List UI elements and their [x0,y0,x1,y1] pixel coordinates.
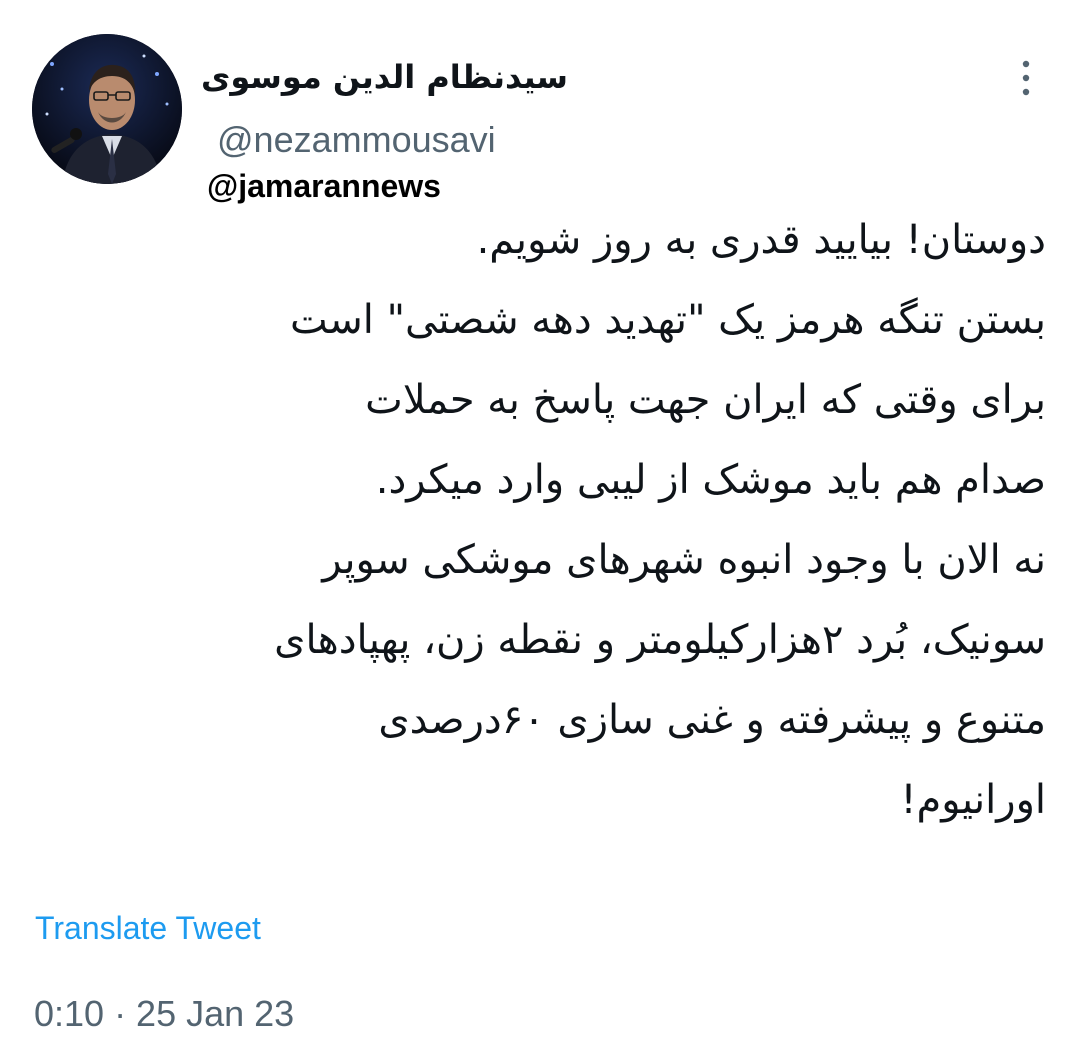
author-display-name[interactable]: سیدنظام الدین موسوی [201,52,568,102]
more-vertical-icon [1022,60,1030,96]
avatar-photo [32,34,182,184]
translate-tweet-link[interactable]: Translate Tweet [35,906,261,950]
tweet-timestamp[interactable]: 0:10 · 25 Jan 23 [34,990,294,1038]
tweet-line: دوستان! بیایید قدری به روز شویم. [476,217,1046,263]
tweet-line: صدام هم باید موشک از لیبی وارد میکرد. [375,457,1046,503]
tweet-line: بستن تنگه هرمز یک "تهدید دهه شصتی" است [289,297,1046,343]
tweet-line: اورانیوم! [900,777,1046,823]
author-handle[interactable]: @nezammousavi [217,118,496,162]
tweet-line: نه الان با وجود انبوه شهرهای موشکی سوپر [322,537,1046,583]
avatar[interactable] [32,34,182,184]
tweet-line: برای وقتی که ایران جهت پاسخ به حملات [365,377,1046,423]
more-options-button[interactable] [1012,56,1040,100]
tweet-line: متنوع و پیشرفته و غنی سازی ۶۰درصدی [378,697,1046,743]
tweet-line: سونیک، بُرد ۲هزارکیلومتر و نقطه زن، پهپا… [274,617,1046,663]
tweet-text: دوستان! بیایید قدری به روز شویم. بستن تن… [40,200,1046,840]
